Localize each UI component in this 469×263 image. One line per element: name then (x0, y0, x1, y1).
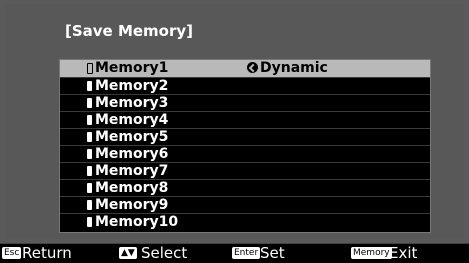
set-label: Set (260, 244, 285, 262)
memory-item-9[interactable]: Memory9 (60, 196, 430, 213)
memory-label: Memory6 (95, 146, 169, 162)
color-mode-label: Dynamic (260, 60, 328, 76)
memory-slot-icon (87, 166, 92, 176)
color-mode-icon (247, 62, 258, 73)
projector-menu-screen: [Save Memory] Memory1 Dynamic Memory2 Me… (0, 0, 469, 243)
color-mode-value: Dynamic (247, 60, 328, 77)
save-memory-panel: [Save Memory] Memory1 Dynamic Memory2 Me… (5, 4, 464, 239)
memory-item-4[interactable]: Memory4 (60, 111, 430, 128)
memory-label: Memory5 (95, 129, 169, 145)
exit-label: Exit (389, 244, 418, 262)
memory-item-7[interactable]: Memory7 (60, 162, 430, 179)
memory-label: Memory3 (95, 95, 169, 111)
memory-label: Memory7 (95, 163, 169, 179)
memory-slot-icon (87, 132, 92, 142)
enter-key-icon: Enter (232, 247, 261, 259)
memory-item-2[interactable]: Memory2 (60, 77, 430, 94)
memory-item-8[interactable]: Memory8 (60, 179, 430, 196)
memory-label: Memory2 (95, 78, 169, 94)
memory-slot-icon (87, 98, 92, 108)
memory-label: Memory10 (95, 214, 179, 230)
arrow-keys-icon: ▲▼ (119, 247, 137, 259)
memory-slot-icon (87, 149, 92, 159)
memory-key-icon: Memory (351, 247, 392, 259)
memory-label: Memory9 (95, 197, 169, 213)
memory-item-10[interactable]: Memory10 (60, 213, 430, 230)
select-label: Select (141, 244, 188, 262)
memory-slot-icon (87, 63, 93, 74)
esc-key-icon: Esc (2, 247, 22, 259)
memory-slot-icon (87, 200, 92, 210)
memory-item-1[interactable]: Memory1 Dynamic (60, 60, 430, 77)
memory-slot-icon (87, 183, 92, 193)
return-label: Return (22, 244, 72, 262)
memory-slot-icon (87, 81, 92, 91)
memory-item-6[interactable]: Memory6 (60, 145, 430, 162)
memory-item-3[interactable]: Memory3 (60, 94, 430, 111)
memory-slot-icon (87, 115, 92, 125)
key-guide-bar: Esc Return ▲▼ Select Enter Set Memory Ex… (0, 243, 469, 262)
memory-item-5[interactable]: Memory5 (60, 128, 430, 145)
memory-label: Memory1 (95, 60, 169, 76)
page-title: [Save Memory] (65, 22, 194, 40)
memory-slot-icon (87, 217, 92, 227)
memory-label: Memory8 (95, 180, 169, 196)
memory-label: Memory4 (95, 112, 169, 128)
memory-list: Memory1 Dynamic Memory2 Memory3 Memory4 (59, 59, 431, 233)
